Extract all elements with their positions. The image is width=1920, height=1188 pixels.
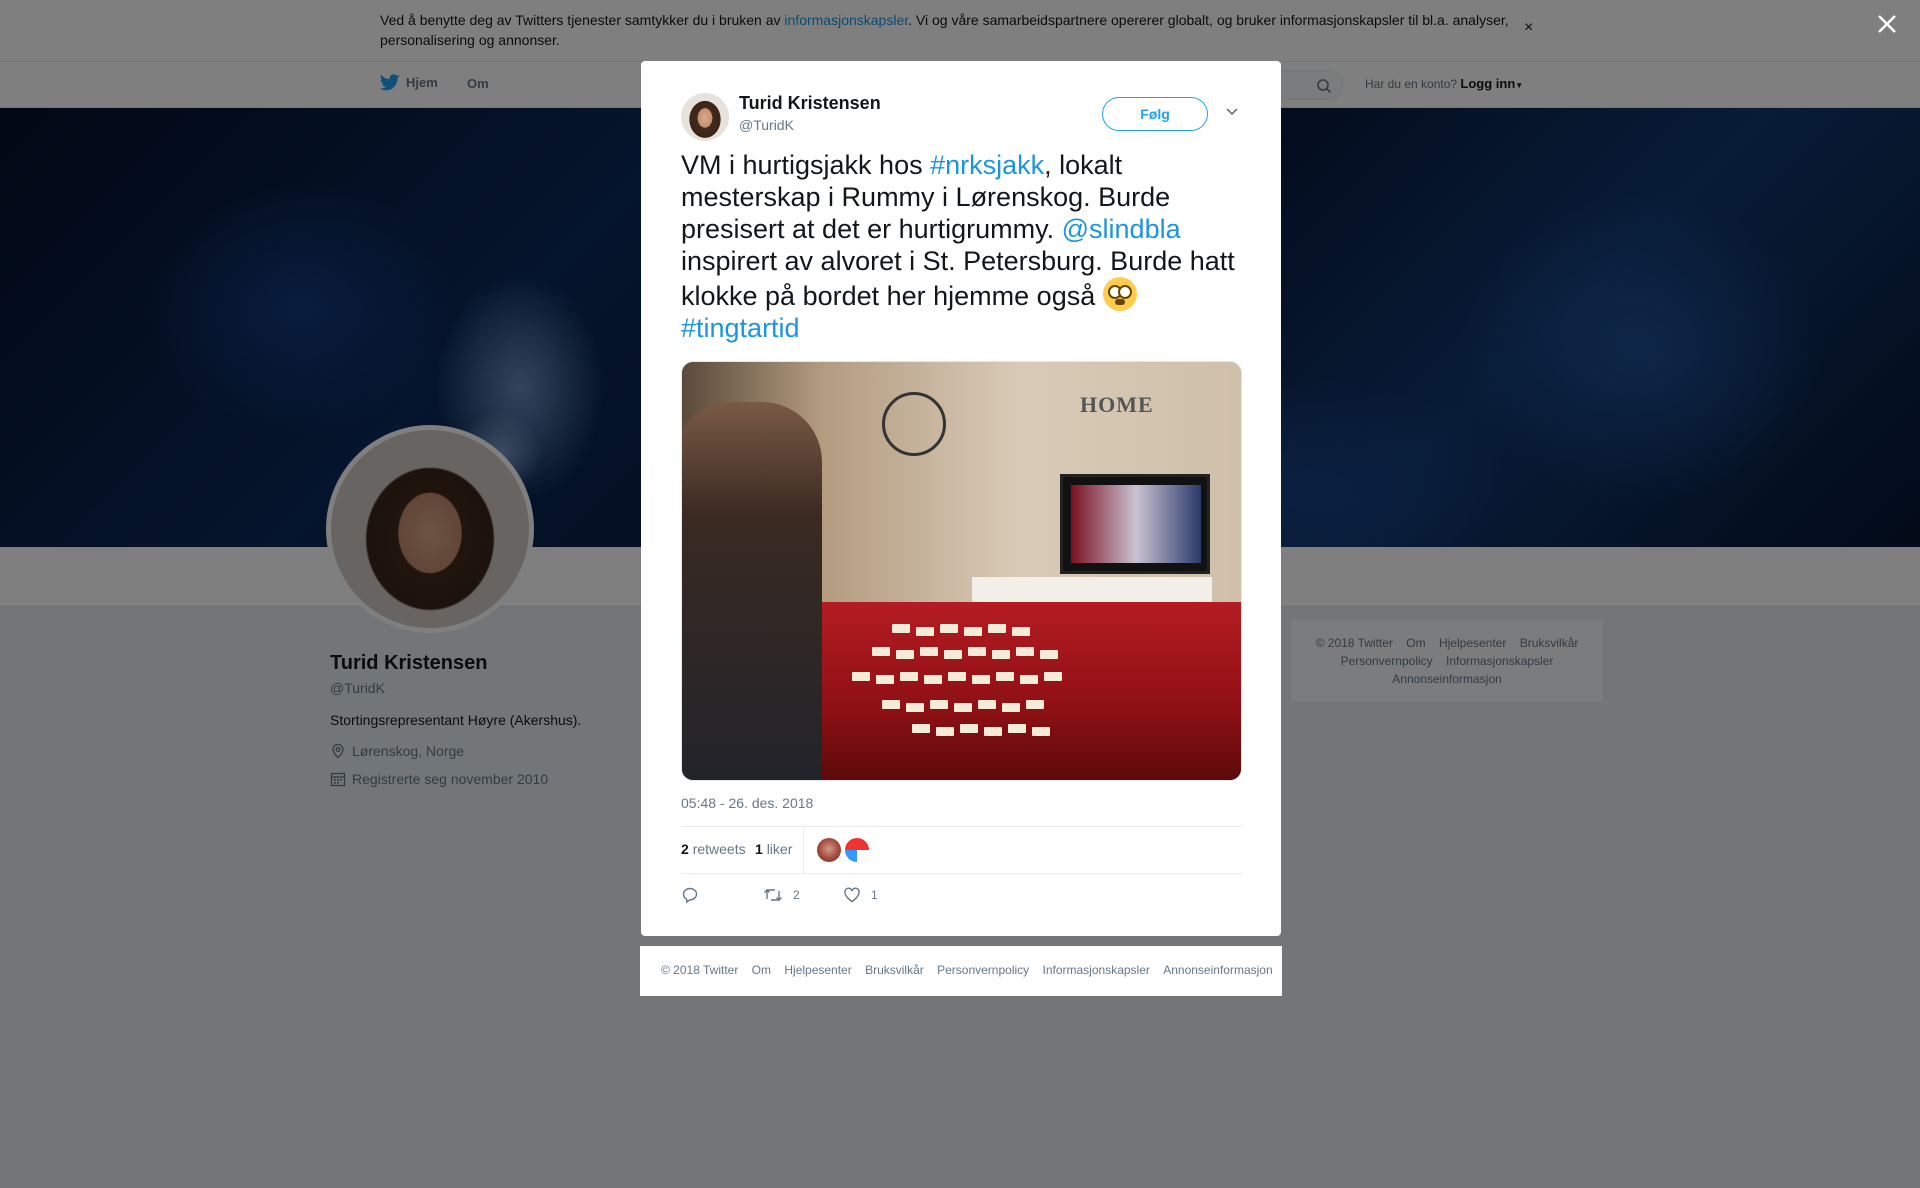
footer-help-link[interactable]: Hjelpesenter xyxy=(784,963,851,977)
reply-icon xyxy=(682,887,698,904)
photo-tile xyxy=(1020,675,1038,684)
hashtag-link[interactable]: #nrksjakk xyxy=(930,150,1044,180)
photo-tile xyxy=(920,647,938,656)
modal-footer: © 2018 Twitter Om Hjelpesenter Bruksvilk… xyxy=(640,946,1282,996)
photo-tile xyxy=(992,650,1010,659)
retweeter-avatar[interactable] xyxy=(845,838,869,862)
footer-terms-link[interactable]: Bruksvilkår xyxy=(865,963,924,977)
tweet-text-part-3: inspirert av alvoret i St. Petersburg. B… xyxy=(681,246,1235,311)
photo-tile xyxy=(1040,650,1058,659)
retweets-stat[interactable]: 2 retweets xyxy=(681,841,746,857)
footer-ads-link[interactable]: Annonseinformasjon xyxy=(1163,963,1272,977)
tweet-photo[interactable]: HOME xyxy=(681,361,1242,781)
tweet-author-avatar[interactable] xyxy=(681,93,729,141)
photo-tile xyxy=(882,700,900,709)
flushed-face-emoji-icon xyxy=(1102,277,1137,311)
photo-tile xyxy=(1016,647,1034,656)
photo-tile xyxy=(964,627,982,636)
footer-about-link[interactable]: Om xyxy=(752,963,771,977)
photo-tile xyxy=(988,624,1006,633)
chevron-down-icon[interactable] xyxy=(1225,107,1239,117)
photo-tile xyxy=(912,724,930,733)
photo-tile xyxy=(1012,627,1030,636)
photo-home-sign: HOME xyxy=(1080,392,1154,417)
photo-tile xyxy=(978,700,996,709)
tweet-text: VM i hurtigsjakk hos #nrksjakk, lokalt m… xyxy=(681,149,1241,344)
tweet-author-handle[interactable]: @TuridK xyxy=(739,117,794,133)
footer-copyright: © 2018 Twitter xyxy=(661,963,739,977)
retweets-count: 2 xyxy=(681,841,689,857)
like-button[interactable]: 1 xyxy=(843,886,878,904)
photo-tile xyxy=(1008,724,1026,733)
photo-tile xyxy=(876,675,894,684)
photo-tile xyxy=(972,675,990,684)
photo-tile xyxy=(900,672,918,681)
photo-tile xyxy=(1032,727,1050,736)
photo-tile xyxy=(924,675,942,684)
like-count: 1 xyxy=(871,888,878,902)
follow-button[interactable]: Følg xyxy=(1102,97,1208,131)
photo-tile xyxy=(954,703,972,712)
likes-label: liker xyxy=(766,841,793,857)
liker-avatar[interactable] xyxy=(817,838,841,862)
mention-link[interactable]: @slindbla xyxy=(1062,214,1181,244)
footer-cookies-link[interactable]: Informasjonskapsler xyxy=(1043,963,1150,977)
heart-icon xyxy=(844,887,860,903)
tweet-timestamp[interactable]: 05:48 - 26. des. 2018 xyxy=(681,795,813,811)
photo-tile xyxy=(930,700,948,709)
photo-tile xyxy=(852,672,870,681)
photo-tile xyxy=(896,650,914,659)
retweet-button[interactable]: 2 xyxy=(763,886,800,904)
tweet-actions: 2 1 xyxy=(681,886,1242,910)
retweet-count: 2 xyxy=(793,888,800,902)
photo-tile xyxy=(872,647,890,656)
photo-tile xyxy=(944,650,962,659)
retweets-label: retweets xyxy=(692,841,746,857)
retweet-icon xyxy=(764,889,782,901)
tweet-author-name[interactable]: Turid Kristensen xyxy=(739,93,881,114)
photo-tile xyxy=(948,672,966,681)
photo-tile xyxy=(1002,703,1020,712)
photo-tile xyxy=(892,624,910,633)
photo-tile xyxy=(968,647,986,656)
photo-tile xyxy=(1026,700,1044,709)
stats-divider xyxy=(803,827,804,873)
photo-tile xyxy=(916,627,934,636)
tweet-text-part-1: VM i hurtigsjakk hos xyxy=(681,150,931,180)
likes-count: 1 xyxy=(755,841,763,857)
hashtag-link[interactable]: #tingtartid xyxy=(681,313,800,343)
photo-tile xyxy=(936,727,954,736)
photo-tile xyxy=(984,727,1002,736)
tweet-stats: 2 retweets 1 liker xyxy=(681,826,1242,874)
tweet-modal: Turid Kristensen @TuridK Følg VM i hurti… xyxy=(641,61,1281,936)
photo-tile xyxy=(906,703,924,712)
photo-tile xyxy=(1044,672,1062,681)
photo-tile xyxy=(960,724,978,733)
reply-button[interactable] xyxy=(681,886,699,904)
photo-tile xyxy=(940,624,958,633)
likes-stat[interactable]: 1 liker xyxy=(755,841,792,857)
close-icon[interactable] xyxy=(1873,10,1901,38)
photo-tile xyxy=(996,672,1014,681)
footer-privacy-link[interactable]: Personvernpolicy xyxy=(937,963,1029,977)
